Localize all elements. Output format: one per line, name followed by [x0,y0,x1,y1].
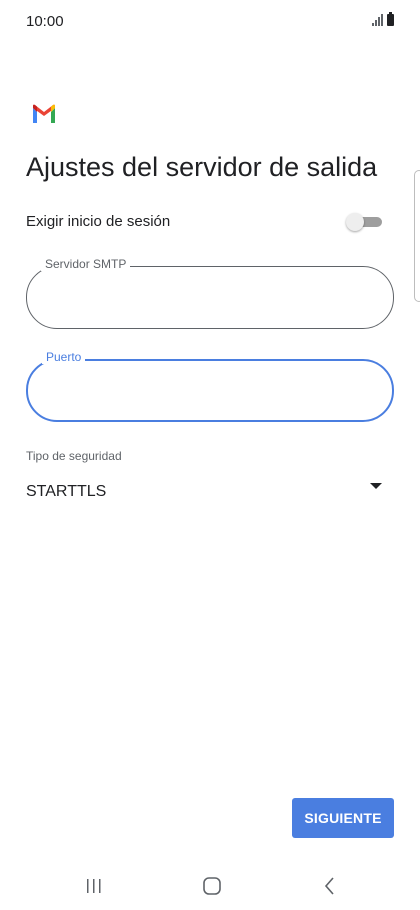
recent-apps-icon[interactable] [80,874,108,898]
port-input[interactable] [46,379,366,403]
security-type-dropdown[interactable]: STARTTLS [26,480,386,506]
dropdown-arrow-icon [370,483,382,489]
home-icon[interactable] [198,874,226,898]
battery-icon [387,12,394,26]
smtp-server-label: Servidor SMTP [41,257,131,271]
security-type-value: STARTTLS [26,483,107,500]
next-button[interactable]: SIGUIENTE [292,798,394,838]
status-time: 10:00 [26,13,64,30]
status-icons [372,12,394,26]
back-icon[interactable] [316,874,344,898]
smtp-server-field[interactable]: Servidor SMTP [26,257,394,329]
toggle-thumb [346,213,364,231]
signal-bars-icon [372,14,383,26]
require-signin-toggle[interactable] [346,213,382,231]
port-label: Puerto [42,350,86,364]
require-signin-label: Exigir inicio de sesión [26,213,171,230]
security-type-label: Tipo de seguridad [26,449,122,463]
gmail-logo-icon [33,104,55,123]
port-field[interactable]: Puerto [26,350,394,422]
screen: 10:00 Ajustes del servidor de salida Exi… [0,0,420,910]
smtp-server-input[interactable] [45,285,365,309]
scroll-indicator[interactable] [414,170,420,302]
status-bar: 10:00 [0,0,420,44]
navigation-bar [0,862,420,910]
page-title: Ajustes del servidor de salida [26,152,378,182]
require-signin-row[interactable]: Exigir inicio de sesión [26,210,386,234]
